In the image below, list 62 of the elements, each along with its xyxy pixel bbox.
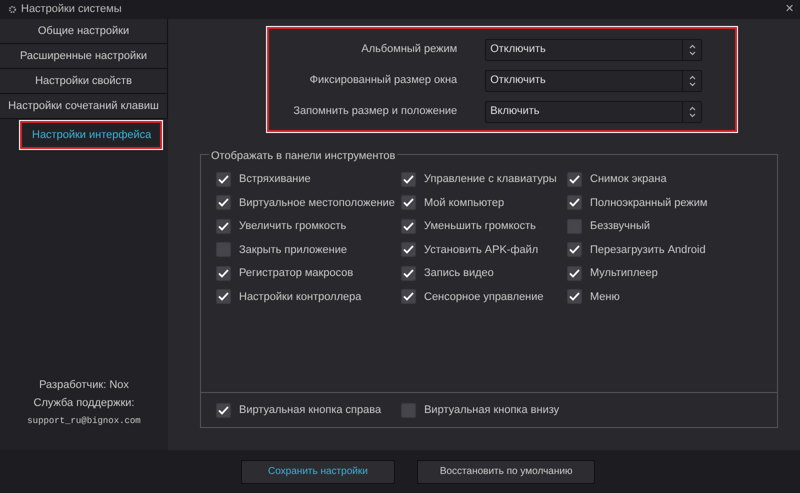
checkbox-label: Виртуальное местоположение [239, 196, 395, 210]
checkbox-label: Установить APK-файл [424, 242, 538, 258]
spinner-icon [688, 74, 696, 86]
checkbox[interactable] [567, 242, 582, 258]
checkbox[interactable] [401, 242, 416, 258]
checkbox-label: Перезагрузить Android [590, 242, 706, 258]
checkbox-label: Мой компьютер [424, 196, 504, 210]
dropdown[interactable]: Включить [485, 100, 702, 122]
checkbox-label: Уменьшить громкость [424, 219, 536, 234]
checkbox[interactable] [401, 172, 416, 187]
dropdown[interactable]: Отключить [485, 70, 702, 92]
checkbox[interactable] [567, 195, 582, 210]
developer-text: Разработчик: Nox [39, 378, 129, 393]
checkbox[interactable] [567, 218, 582, 234]
setting-label: Фиксированный размер окна [308, 73, 458, 88]
checkbox-label: Мультиплеер [590, 266, 658, 281]
checkbox-label: Запись видео [424, 266, 494, 281]
checkbox[interactable] [216, 195, 231, 210]
setting-label: Запомнить размер и положение [292, 104, 458, 120]
window-title: Настройки системы [21, 2, 122, 18]
setting-label: Альбомный режим [360, 42, 458, 58]
checkbox[interactable] [401, 218, 416, 234]
checkbox[interactable] [216, 266, 231, 281]
spinner-icon [688, 44, 696, 56]
restore-button[interactable]: Восстановить по умолчанию [416, 460, 596, 484]
checkbox[interactable] [401, 289, 416, 304]
checkbox[interactable] [216, 218, 231, 234]
checkbox[interactable] [567, 266, 582, 281]
support-email: support_ru@bignox.com [27, 415, 141, 428]
checkbox[interactable] [401, 195, 416, 210]
checkbox[interactable] [567, 172, 582, 187]
checkbox[interactable] [216, 289, 231, 304]
checkbox-label: Закрыть приложение [239, 242, 347, 258]
dropdown[interactable]: Отключить [485, 38, 702, 60]
group-title: Отображать в панели инструментов [209, 148, 398, 164]
checkbox-label: Регистратор макросов [239, 266, 354, 281]
support-label: Служба поддержки: [34, 396, 134, 411]
checkbox-label: Виртуальная кнопка внизу [424, 403, 560, 418]
checkbox-label: Увеличить громкость [239, 219, 346, 234]
sidebar-item[interactable]: Настройки свойств [0, 69, 168, 94]
sidebar-item[interactable]: Настройки интерфейса [20, 121, 162, 149]
checkbox[interactable] [401, 266, 416, 281]
checkbox-label: Настройки контроллера [239, 290, 362, 304]
checkbox[interactable] [401, 403, 416, 418]
checkbox-label: Сенсорное управление [424, 290, 544, 304]
close-button[interactable]: ✕ [779, 1, 800, 18]
checkbox[interactable] [216, 242, 231, 258]
checkbox-label: Управление с клавиатуры [424, 172, 557, 187]
checkbox-label: Беззвучный [590, 219, 650, 234]
checkbox[interactable] [216, 403, 231, 418]
checkbox-label: Меню [590, 290, 620, 304]
checkbox-label: Виртуальная кнопка справа [239, 403, 382, 418]
checkbox-label: Снимок экрана [590, 172, 667, 187]
checkbox[interactable] [567, 289, 582, 304]
checkbox-label: Полноэкранный режим [590, 196, 708, 210]
checkbox-label: Встряхивание [239, 172, 311, 187]
save-button[interactable]: Сохранить настройки [241, 460, 395, 484]
sidebar-item[interactable]: Настройки сочетаний клавиш [0, 94, 168, 119]
sidebar-item[interactable]: Расширенные настройки [0, 44, 168, 69]
spinner-icon [688, 106, 696, 118]
checkbox[interactable] [216, 172, 231, 187]
sidebar-item[interactable]: Общие настройки [0, 19, 168, 44]
